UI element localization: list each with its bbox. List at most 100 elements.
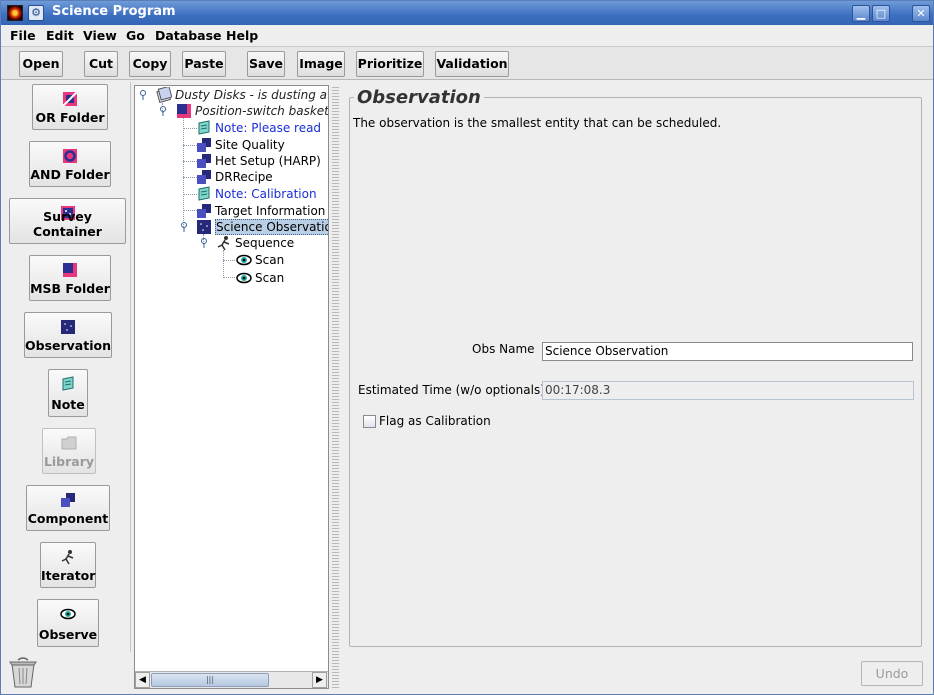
tree-label: Note: Please read (215, 121, 322, 135)
tree-label: Target Information (215, 204, 326, 218)
menubar: File Edit View Go Database Help (1, 25, 933, 46)
estimated-time-field: 00:17:08.3 (542, 381, 914, 400)
note-icon (198, 186, 210, 201)
menu-view[interactable]: View (83, 28, 117, 43)
tree-label: Sequence (235, 236, 295, 250)
expand-handle-icon[interactable] (139, 90, 147, 100)
paste-button[interactable]: Paste (182, 51, 226, 77)
or-folder-icon (62, 91, 78, 107)
iterator-label: Iterator (41, 568, 96, 583)
expand-handle-icon[interactable] (180, 222, 188, 232)
msb-folder-icon (63, 263, 77, 277)
survey-container-button[interactable]: Survey Container (9, 198, 126, 244)
tree-node-site-quality[interactable]: Site Quality (196, 137, 285, 153)
msb-folder-icon (177, 104, 191, 118)
scrollbar-thumb[interactable]: ||| (151, 673, 269, 687)
component-icon (61, 493, 75, 507)
expand-handle-icon[interactable] (200, 238, 208, 248)
menu-database[interactable]: Database (155, 28, 222, 43)
cut-button[interactable]: Cut (84, 51, 118, 77)
save-button[interactable]: Save (247, 51, 285, 77)
note-label: Note (51, 397, 85, 412)
maximize-button[interactable]: □ (872, 5, 890, 22)
obs-name-field[interactable]: Science Observation (542, 342, 913, 361)
validation-button[interactable]: Validation (435, 51, 509, 77)
tree-node-note-calibration[interactable]: Note: Calibration (196, 186, 317, 202)
tree-label: DRRecipe (215, 170, 273, 184)
undo-button[interactable]: Undo (861, 661, 923, 686)
menu-edit[interactable]: Edit (46, 28, 74, 43)
observe-button[interactable]: Observe (37, 599, 99, 647)
panel-title: Observation (354, 87, 484, 108)
tree-node-het-setup[interactable]: Het Setup (HARP) (196, 153, 321, 169)
minimize-button[interactable]: ▁ (852, 5, 870, 22)
prioritize-button[interactable]: Prioritize (356, 51, 424, 77)
iterator-icon (217, 236, 230, 251)
iterator-icon (61, 550, 74, 565)
library-icon (61, 436, 77, 450)
tree-label: Scan (255, 253, 285, 267)
note-button[interactable]: Note (48, 369, 88, 417)
observation-icon (61, 320, 75, 334)
msb-folder-label: MSB Folder (30, 281, 110, 296)
component-label: Component (27, 511, 109, 526)
tree-node-basket[interactable]: Position-switch basket (176, 103, 328, 119)
component-icon (197, 170, 211, 184)
library-label: Library (43, 454, 95, 469)
program-tree: Dusty Disks - is dusting a Position-swit… (134, 85, 329, 689)
component-icon (197, 154, 211, 168)
expand-handle-icon[interactable] (159, 106, 167, 116)
flag-as-calibration-checkbox[interactable] (363, 415, 376, 428)
copy-button[interactable]: Copy (129, 51, 171, 77)
tree-node-scan[interactable]: Scan (236, 252, 284, 268)
observation-label: Observation (25, 338, 111, 353)
tree-node-target-information[interactable]: Target Information (196, 203, 325, 219)
app-icon (7, 5, 23, 21)
main-window: ⚙ Science Program ▁ □ ✕ File Edit View G… (0, 0, 934, 695)
tree-label: Science Observation (215, 219, 328, 235)
tree-label: Note: Calibration (215, 187, 317, 201)
iterator-button[interactable]: Iterator (40, 542, 96, 588)
tree-node-science-observation[interactable]: Science Observation (196, 219, 328, 235)
and-folder-icon (63, 149, 77, 163)
flag-as-calibration-label: Flag as Calibration (379, 414, 491, 428)
eye-icon (236, 272, 252, 284)
scroll-left-icon[interactable]: ◀ (135, 672, 150, 688)
panel-description: The observation is the smallest entity t… (353, 116, 722, 130)
window-title: Science Program (52, 4, 176, 19)
component-button[interactable]: Component (26, 485, 110, 531)
library-button[interactable]: Library (42, 428, 96, 474)
tree-node-note-please-read[interactable]: Note: Please read (196, 120, 321, 136)
open-button[interactable]: Open (19, 51, 63, 77)
observation-icon (197, 220, 211, 234)
or-folder-button[interactable]: OR Folder (32, 84, 108, 130)
tree-node-program[interactable]: Dusty Disks - is dusting a (156, 87, 327, 103)
survey-container-label: Survey Container (33, 209, 102, 239)
menu-help[interactable]: Help (226, 28, 258, 43)
menu-file[interactable]: File (10, 28, 36, 43)
tree-label: Dusty Disks - is dusting a (175, 88, 328, 102)
close-button[interactable]: ✕ (912, 5, 930, 22)
msb-folder-button[interactable]: MSB Folder (29, 255, 111, 301)
observation-editor-panel (349, 97, 922, 647)
note-icon (62, 376, 74, 391)
image-button[interactable]: Image (297, 51, 345, 77)
observe-label: Observe (38, 627, 98, 642)
scroll-right-icon[interactable]: ▶ (312, 672, 327, 688)
estimated-time-label: Estimated Time (w/o optionals) (358, 383, 545, 397)
observation-button[interactable]: Observation (24, 312, 112, 358)
menu-go[interactable]: Go (126, 28, 145, 43)
split-pane-divider[interactable] (332, 85, 339, 689)
obs-name-label: Obs Name (472, 342, 535, 356)
tree-node-drrecipe[interactable]: DRRecipe (196, 169, 273, 185)
tree-horizontal-scrollbar[interactable]: ◀ ||| ▶ (135, 671, 328, 688)
tree-label: Het Setup (HARP) (215, 154, 321, 168)
tree-node-scan[interactable]: Scan (236, 270, 284, 286)
window-menu-icon[interactable]: ⚙ (28, 5, 44, 21)
component-icon (197, 138, 211, 152)
note-icon (198, 120, 210, 135)
trash-icon[interactable] (9, 656, 37, 688)
tree-node-sequence[interactable]: Sequence (216, 235, 294, 251)
and-folder-button[interactable]: AND Folder (29, 141, 111, 187)
component-palette: OR Folder AND Folder Survey Container MS… (3, 82, 131, 652)
